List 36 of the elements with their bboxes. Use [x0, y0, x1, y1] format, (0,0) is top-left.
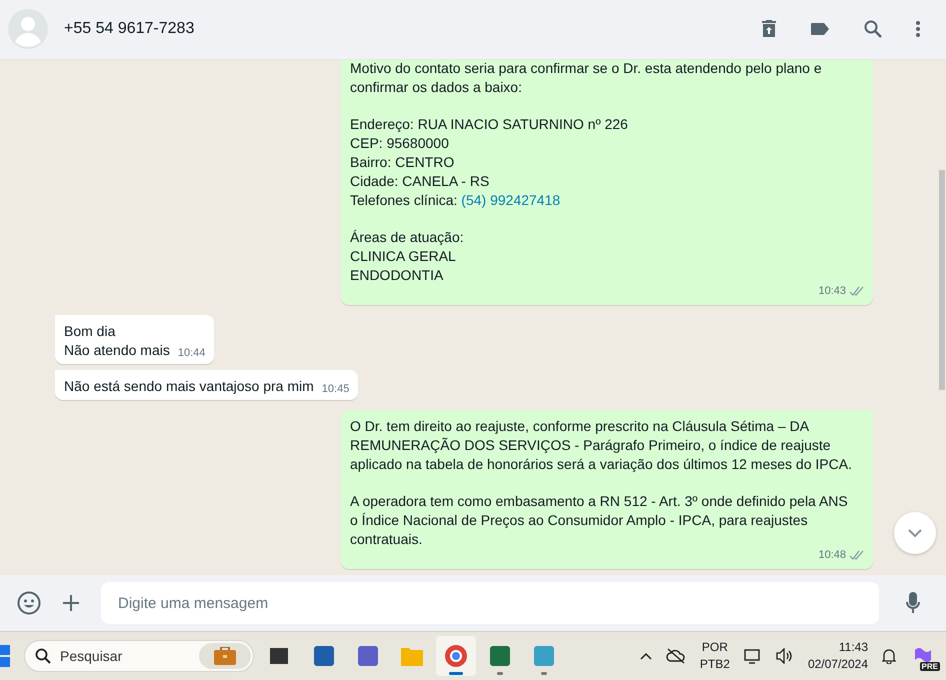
search-icon[interactable] — [864, 20, 882, 38]
search-placeholder: Pesquisar — [60, 648, 122, 664]
contact-name[interactable]: +55 54 9617-7283 — [64, 20, 194, 38]
chevron-up-icon[interactable] — [640, 652, 652, 660]
cloud-off-icon[interactable] — [666, 648, 686, 664]
scrollbar-thumb[interactable] — [939, 170, 945, 390]
message-text: A operadora tem como embasamento a RN 512 - Art. 3º onde definido pela ANS o Índice Nacional de Preços ao Consumidor Amplo - IPCA, para reajustes contratuais. — [350, 492, 849, 549]
message-text: Áreas de atuação: CLINICA GERAL ENDODONTIA — [350, 228, 465, 285]
message-input[interactable]: Digite uma mensagem — [101, 582, 879, 624]
emoji-icon[interactable] — [17, 591, 41, 616]
clock[interactable]: 11:43 02/07/2024 — [808, 639, 868, 674]
language-indicator[interactable]: POR PTB2 — [700, 639, 730, 674]
phone-link[interactable]: (54) 992427418 — [461, 192, 560, 208]
label-icon[interactable] — [810, 22, 830, 36]
message-time: 10:43 — [818, 284, 846, 299]
message-text: Não está sendo mais vantajoso pra mim — [64, 376, 314, 396]
message-time: 10:48 — [818, 548, 846, 563]
volume-icon[interactable] — [776, 648, 794, 664]
menu-icon[interactable] — [916, 21, 920, 38]
message-text: O Dr. tem direito ao reajuste, conforme prescrito na Cláusula Sétima – DA REMUNERAÇÃO DOS SERVIÇOS - Parágrafo Primeiro, o índice de reajuste aplicado na tabela de honorários será a variação dos últimos 12 meses do IPCA. — [350, 416, 853, 474]
message-text: Endereço: RUA INACIO SATURNINO nº 226 CEP: 95680000 Bairro: CENTRO Cidade: CANELA - RS Telefones clínica: (54) 992427418 — [350, 114, 629, 210]
message-text: Bom dia Não atendo mais — [64, 322, 170, 360]
taskbar-app-icon[interactable] — [436, 636, 476, 676]
search-icon — [35, 648, 51, 664]
briefcase-icon — [199, 643, 251, 670]
message-text: Motivo do contato seria para confirmar se o Dr. esta atendendo pelo plano e confirmar os dados a baixo: — [350, 60, 823, 97]
start-icon[interactable] — [0, 645, 10, 668]
message-time: 10:44 — [178, 346, 206, 361]
microphone-icon[interactable] — [906, 592, 920, 614]
chevron-down-icon — [907, 528, 923, 538]
delete-icon[interactable] — [762, 20, 776, 38]
network-icon[interactable] — [744, 648, 762, 664]
taskbar-search-field[interactable]: Pesquisar — [24, 640, 254, 672]
message-time: 10:45 — [322, 382, 350, 397]
plus-icon[interactable] — [62, 594, 80, 612]
bell-icon[interactable] — [882, 648, 896, 664]
